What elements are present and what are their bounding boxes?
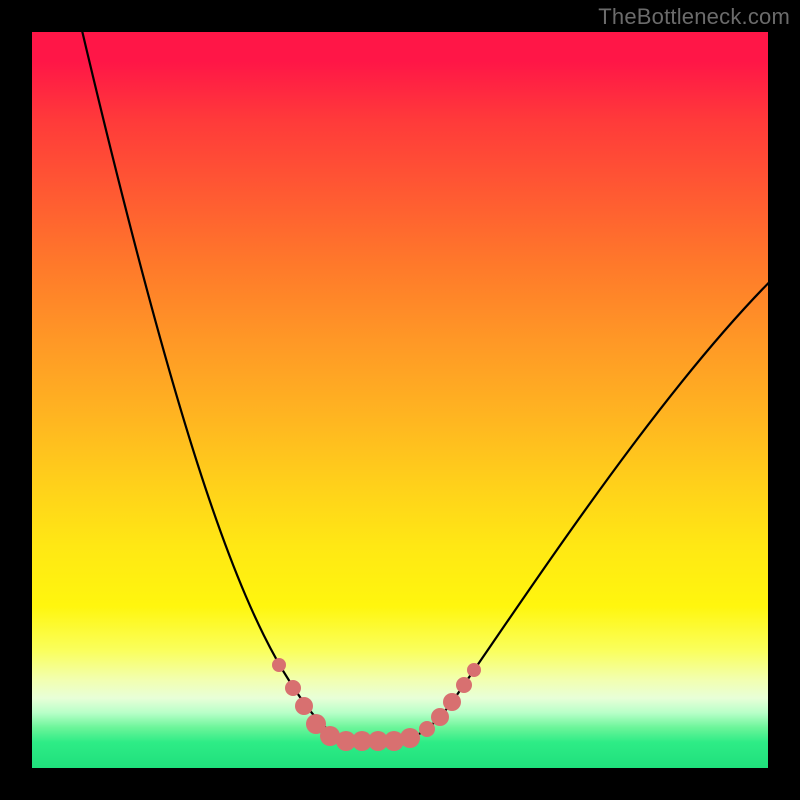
- marker-group: [272, 658, 481, 751]
- watermark-text: TheBottleneck.com: [598, 4, 790, 30]
- curve-marker: [456, 677, 472, 693]
- chart-frame: TheBottleneck.com: [0, 0, 800, 800]
- curve-marker: [467, 663, 481, 677]
- curve-marker: [272, 658, 286, 672]
- bottleneck-curve-svg: [32, 32, 768, 768]
- curve-marker: [443, 693, 461, 711]
- curve-path: [80, 22, 792, 741]
- plot-area: [32, 32, 768, 768]
- curve-marker: [431, 708, 449, 726]
- curve-marker: [400, 728, 420, 748]
- curve-marker: [295, 697, 313, 715]
- curve-marker: [419, 721, 435, 737]
- curve-marker: [285, 680, 301, 696]
